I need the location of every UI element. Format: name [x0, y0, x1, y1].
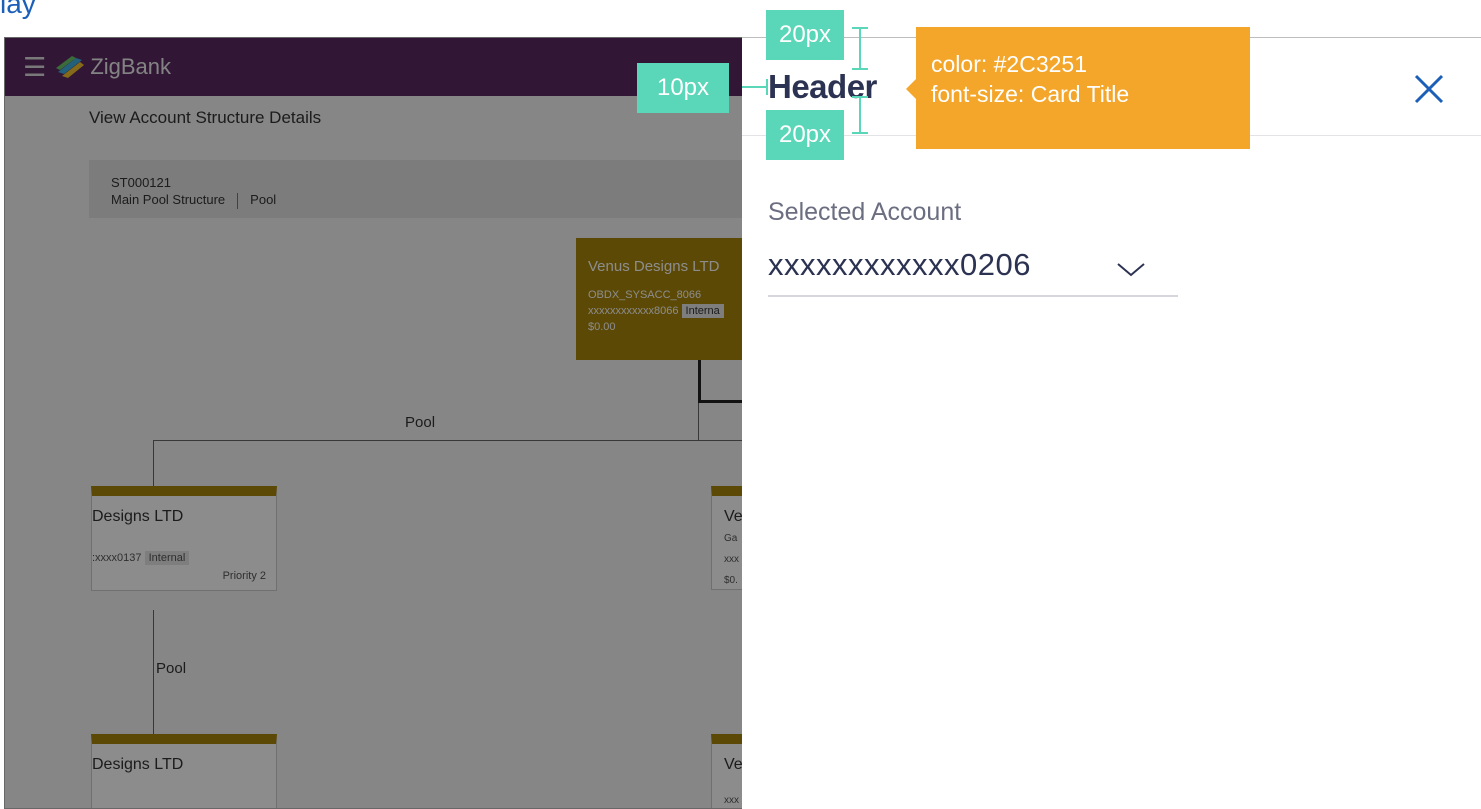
bottom-spacing-value: 20px: [778, 121, 832, 148]
spacing-guide-cap: [852, 27, 868, 29]
side-drawer: Header Selected Account xxxxxxxxxxxx0206: [742, 37, 1481, 809]
selected-account-dropdown[interactable]: xxxxxxxxxxxx0206: [768, 241, 1178, 297]
screenshot: lay ☰ ZigBank View Account Structure Det…: [0, 0, 1481, 809]
spacing-guide-cap: [852, 96, 868, 98]
close-icon[interactable]: [1410, 70, 1448, 108]
style-spec-font-size: font-size: Card Title: [931, 81, 1130, 107]
spacing-guide-cap: [852, 132, 868, 134]
selected-account-label: Selected Account: [768, 198, 962, 226]
selected-account-value: xxxxxxxxxxxx0206: [768, 247, 1031, 282]
left-spacing-value: 10px: [656, 74, 710, 101]
modal-backdrop[interactable]: [4, 37, 744, 809]
clipped-title-text: lay: [0, 0, 36, 19]
spacing-guide-vertical: [859, 28, 861, 70]
left-spacing-tag: 10px: [637, 63, 729, 113]
style-spec-tag: color: #2C3251 font-size: Card Title: [906, 27, 1250, 149]
spacing-guide-cap: [766, 79, 768, 95]
style-spec-color: color: #2C3251: [931, 51, 1087, 77]
chevron-down-icon: [1117, 263, 1145, 277]
top-spacing-tag: 20px: [766, 10, 844, 60]
spacing-guide-cap: [852, 68, 868, 70]
top-spacing-value: 20px: [778, 21, 832, 48]
spacing-guide-vertical: [859, 96, 861, 134]
spacing-guide-horizontal: [742, 86, 768, 88]
bottom-spacing-tag: 20px: [766, 110, 844, 160]
